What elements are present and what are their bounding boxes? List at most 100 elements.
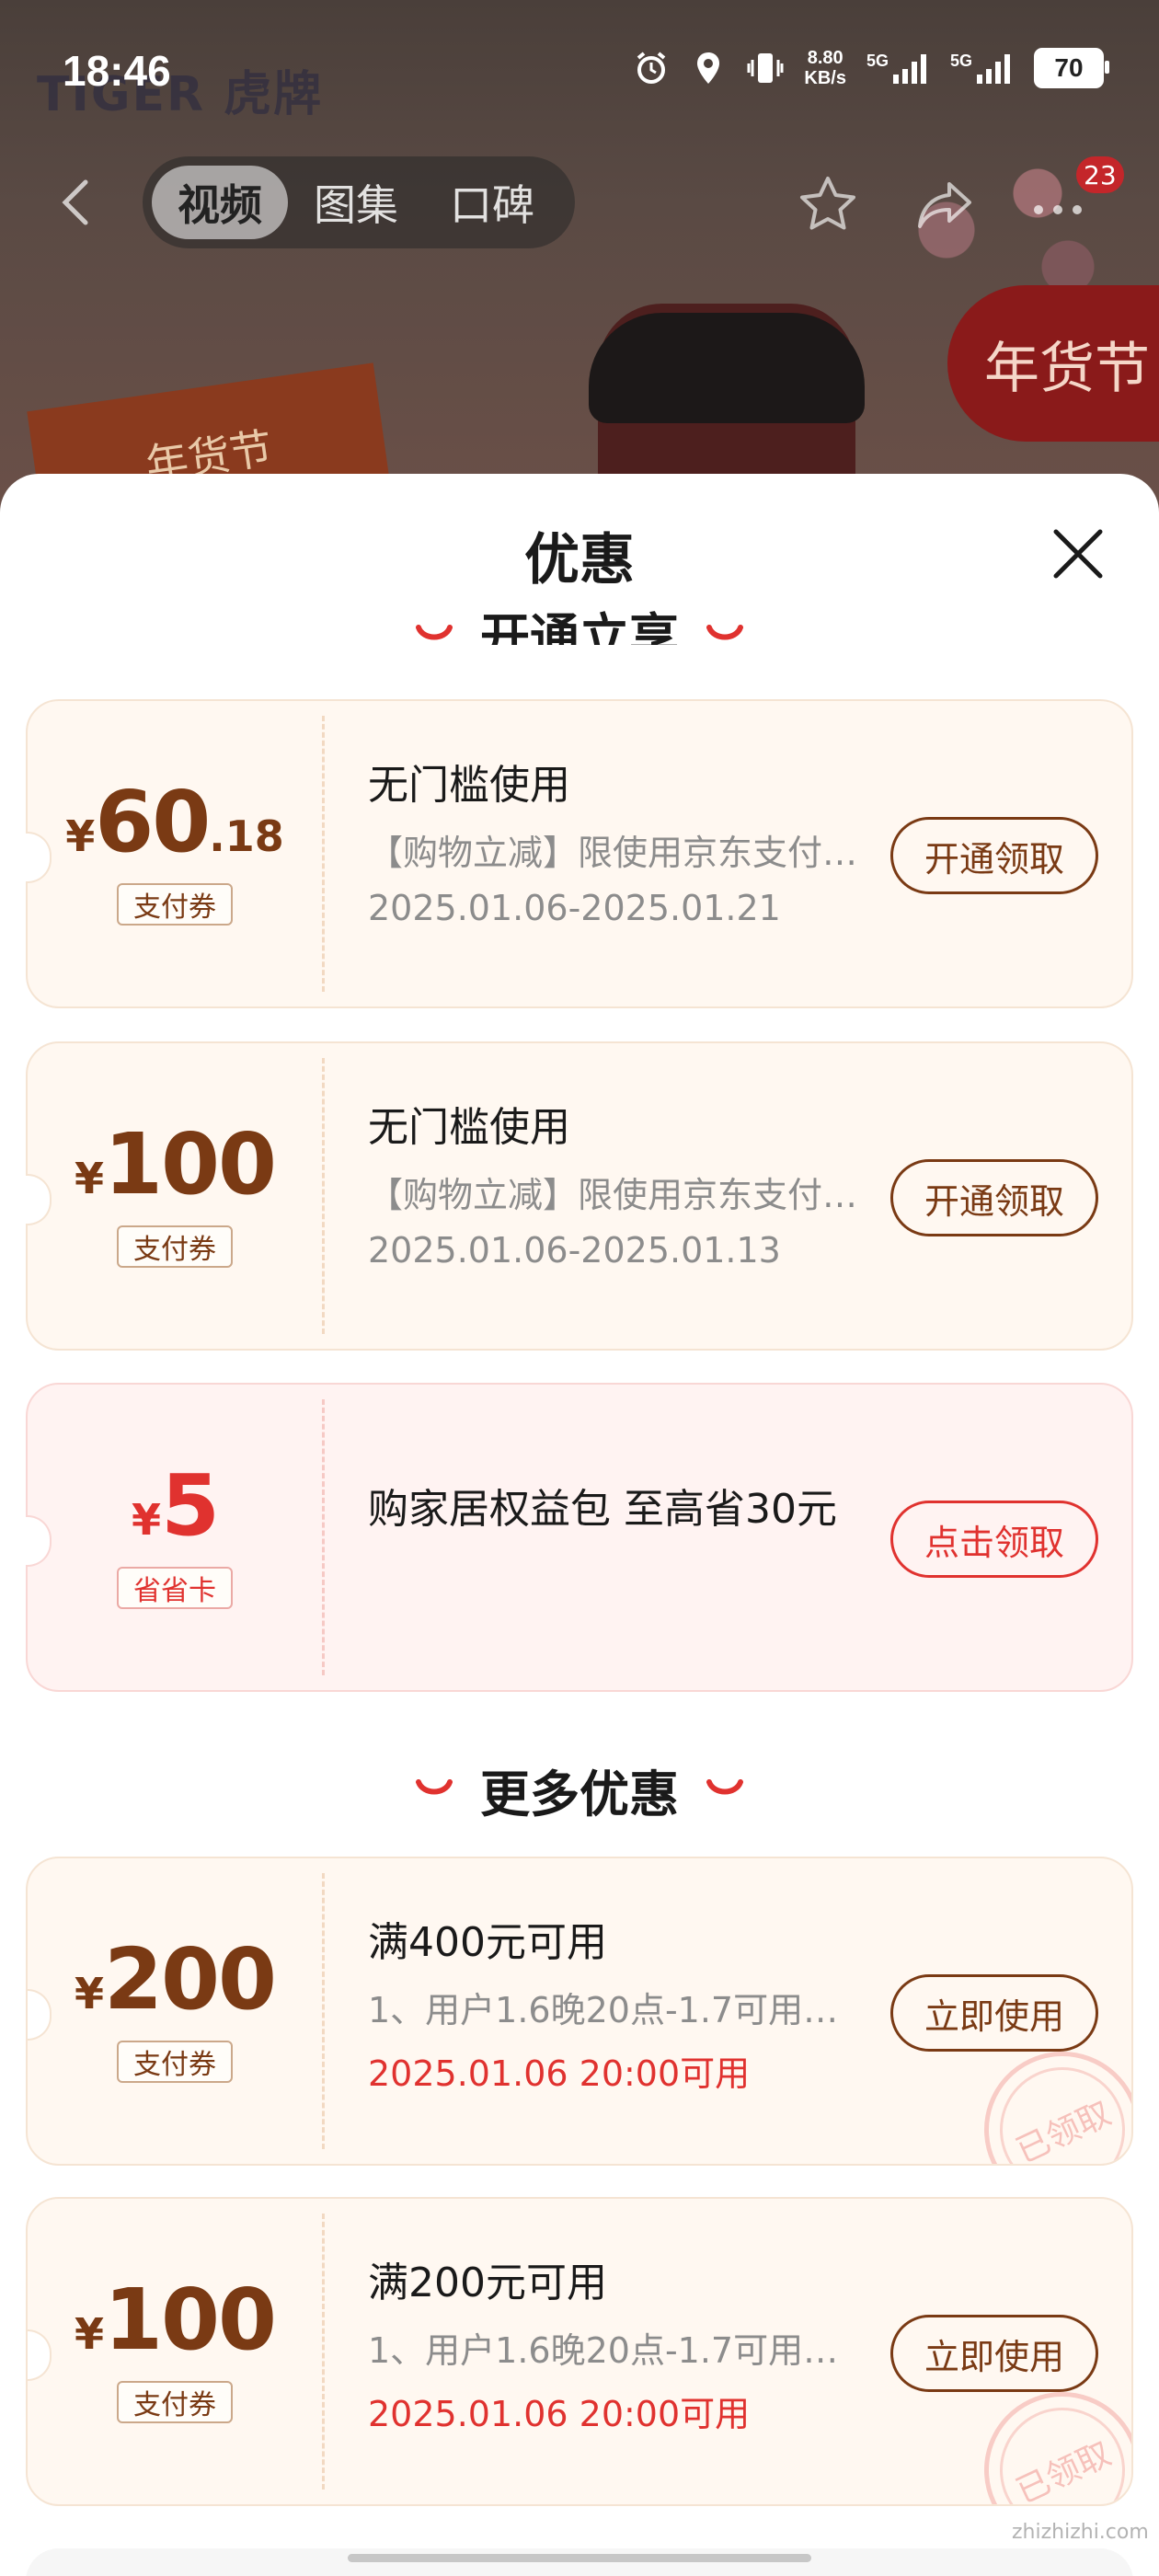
- yen-symbol: ¥: [74, 1154, 104, 1203]
- smile-accent-icon: [706, 625, 743, 640]
- yen-symbol: ¥: [131, 1495, 161, 1545]
- coupon-info: 满200元可用 1、用户1.6晚20点-1.7可用… 2025.01.06 20…: [368, 2258, 883, 2436]
- favorite-star-button[interactable]: [796, 173, 860, 237]
- coupon-amount: ¥60.18: [28, 773, 322, 871]
- coupon-amount: ¥200: [28, 1930, 322, 2029]
- signal-bars-icon: [977, 54, 1010, 84]
- coupon-amount-col: ¥200 支付券: [28, 1858, 322, 2164]
- coupon-amount-col: ¥100 支付券: [28, 2199, 322, 2504]
- discount-sheet: 优惠 开通立享 ¥60.18 支付券 无门槛使用 【购物立减】限使用京东支付… …: [0, 474, 1159, 2576]
- status-time: 18:46: [63, 47, 171, 95]
- coupon-title: 无门槛使用: [368, 762, 570, 809]
- sheet-title: 优惠: [524, 528, 635, 592]
- activate-claim-button[interactable]: 开通领取: [890, 817, 1098, 894]
- coupon-card[interactable]: ¥100 支付券 无门槛使用 【购物立减】限使用京东支付… 2025.01.06…: [26, 1041, 1133, 1351]
- net-speed: 8.80 KB/s: [804, 48, 846, 88]
- amount-decimal: .18: [209, 811, 284, 861]
- coupon-date: 2025.01.06-2025.01.21: [368, 888, 781, 928]
- tab-reviews[interactable]: 口碑: [424, 166, 560, 239]
- star-icon: [800, 177, 855, 230]
- amount-integer: 5: [161, 1456, 220, 1555]
- coupon-title: 满400元可用: [368, 1919, 607, 1966]
- watermark: zhizhizhi.com: [1012, 2521, 1149, 2544]
- coupon-date: 2025.01.06 20:00可用: [368, 2053, 751, 2094]
- dashed-divider: [322, 1058, 325, 1334]
- coupon-info: 满400元可用 1、用户1.6晚20点-1.7可用… 2025.01.06 20…: [368, 1917, 883, 2096]
- signal-sim2: 5G: [950, 52, 1014, 84]
- coupon-desc: 【购物立减】限使用京东支付…: [368, 833, 858, 873]
- coupon-info: 购家居权益包 至高省30元: [368, 1484, 865, 1535]
- close-button[interactable]: [1049, 524, 1107, 583]
- yen-symbol: ¥: [74, 2309, 104, 2359]
- coupon-card[interactable]: ¥100 支付券 满200元可用 1、用户1.6晚20点-1.7可用… 2025…: [26, 2197, 1133, 2506]
- section-label: 更多优惠: [480, 1765, 679, 1823]
- coupon-amount: ¥100: [28, 2271, 322, 2369]
- yen-symbol: ¥: [65, 811, 96, 861]
- section-header-more: 更多优惠: [0, 1757, 1159, 1823]
- location-icon: [690, 50, 727, 86]
- use-now-button[interactable]: 立即使用: [890, 2315, 1098, 2392]
- net-speed-value: 8.80: [807, 48, 843, 68]
- tab-gallery[interactable]: 图集: [288, 166, 424, 239]
- smile-accent-icon: [416, 1779, 453, 1795]
- share-button[interactable]: [912, 173, 977, 237]
- promo-seal-right: 年货节: [947, 285, 1159, 442]
- top-nav: 视频 图集 口碑 23: [0, 156, 1159, 248]
- coupon-type-tag: 支付券: [117, 883, 233, 926]
- signal-sim1: 5G: [866, 52, 930, 84]
- smile-accent-icon: [416, 625, 453, 640]
- yen-symbol: ¥: [74, 1969, 104, 2018]
- product-bottle-cap: [589, 313, 865, 423]
- next-card-peek: [26, 2548, 1133, 2576]
- coupon-type-tag: 省省卡: [117, 1567, 233, 1609]
- coupon-info: 无门槛使用 【购物立减】限使用京东支付… 2025.01.06-2025.01.…: [368, 1102, 883, 1271]
- coupon-card[interactable]: ¥60.18 支付券 无门槛使用 【购物立减】限使用京东支付… 2025.01.…: [26, 699, 1133, 1008]
- use-now-button[interactable]: 立即使用: [890, 1974, 1098, 2052]
- coupon-card[interactable]: ¥200 支付券 满400元可用 1、用户1.6晚20点-1.7可用… 2025…: [26, 1857, 1133, 2166]
- close-icon: [1053, 529, 1103, 579]
- coupon-amount-col: ¥60.18 支付券: [28, 701, 322, 1006]
- coupon-desc: 1、用户1.6晚20点-1.7可用…: [368, 2330, 839, 2371]
- coupon-card-saver[interactable]: ¥5 省省卡 购家居权益包 至高省30元 点击领取: [26, 1383, 1133, 1692]
- dashed-divider: [322, 1873, 325, 2149]
- vibrate-icon: [747, 50, 784, 86]
- section-label: 开通立享: [480, 608, 679, 645]
- alarm-icon: [633, 50, 670, 86]
- chevron-left-icon: [62, 179, 88, 225]
- coupon-amount-col: ¥100 支付券: [28, 1043, 322, 1349]
- net-speed-unit: KB/s: [804, 68, 846, 88]
- back-button[interactable]: [51, 175, 106, 230]
- coupon-title: 无门槛使用: [368, 1104, 570, 1151]
- coupon-type-tag: 支付券: [117, 2041, 233, 2083]
- home-indicator[interactable]: [348, 2554, 811, 2562]
- amount-integer: 60: [95, 773, 211, 871]
- activate-claim-button[interactable]: 开通领取: [890, 1159, 1098, 1236]
- coupon-type-tag: 支付券: [117, 1225, 233, 1268]
- coupon-desc: 1、用户1.6晚20点-1.7可用…: [368, 1990, 839, 2030]
- smile-accent-icon: [706, 1779, 743, 1795]
- dashed-divider: [322, 716, 325, 992]
- coupon-desc: 【购物立减】限使用京东支付…: [368, 1175, 858, 1215]
- media-tabs: 视频 图集 口碑: [143, 156, 575, 248]
- coupon-amount: ¥100: [28, 1115, 322, 1213]
- coupon-date: 2025.01.06 20:00可用: [368, 2394, 751, 2434]
- dashed-divider: [322, 2214, 325, 2490]
- battery-indicator: 70: [1034, 48, 1109, 88]
- status-bar: 18:46 8.80 KB/s 5G 5G 70: [0, 37, 1159, 110]
- coupon-date: 2025.01.06-2025.01.13: [368, 1230, 781, 1271]
- amount-integer: 100: [103, 1115, 277, 1213]
- click-claim-button[interactable]: 点击领取: [890, 1501, 1098, 1578]
- coupon-title: 满200元可用: [368, 2260, 607, 2306]
- coupon-amount-col: ¥5 省省卡: [28, 1385, 322, 1690]
- sim1-label: 5G: [866, 52, 889, 70]
- tab-video[interactable]: 视频: [152, 166, 288, 239]
- share-arrow-icon: [918, 182, 971, 228]
- dashed-divider: [322, 1399, 325, 1675]
- coupon-info: 无门槛使用 【购物立减】限使用京东支付… 2025.01.06-2025.01.…: [368, 760, 883, 928]
- coupon-type-tag: 支付券: [117, 2381, 233, 2423]
- message-count-badge: 23: [1076, 156, 1124, 193]
- sim2-label: 5G: [949, 52, 972, 70]
- coupon-title: 购家居权益包 至高省30元: [368, 1486, 837, 1533]
- amount-integer: 100: [103, 2271, 277, 2369]
- signal-bars-icon: [892, 54, 926, 84]
